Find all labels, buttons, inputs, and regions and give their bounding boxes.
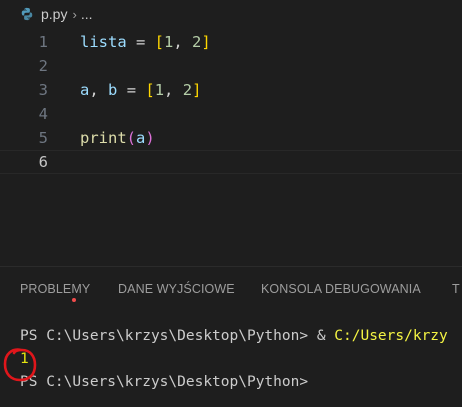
code-line[interactable]: 1 lista = [1, 2] (0, 30, 462, 54)
tab-problems[interactable]: PROBLEMY (20, 282, 90, 296)
terminal-command-path: C:/Users/krzy (334, 328, 448, 344)
code-line[interactable]: 4 (0, 102, 462, 126)
code-line[interactable]: 5 print(a) (0, 126, 462, 150)
line-number: 6 (38, 153, 48, 171)
panel-divider[interactable] (0, 266, 462, 267)
python-file-icon (21, 7, 33, 21)
terminal-command-operator: & (316, 328, 335, 344)
code-line[interactable]: 3 a, b = [1, 2] (0, 78, 462, 102)
line-number: 4 (38, 105, 48, 123)
terminal-prompt-line: PS C:\Users\krzys\Desktop\Python> (20, 374, 309, 390)
tab-debug-console[interactable]: KONSOLA DEBUGOWANIA (261, 282, 421, 296)
line-number: 1 (38, 33, 48, 51)
breadcrumb: p.py › ... (0, 0, 462, 28)
tab-terminal[interactable]: T (452, 282, 460, 296)
code-text: lista = [1, 2] (80, 33, 211, 51)
panel-tab-bar: PROBLEMY DANE WYJŚCIOWE KONSOLA DEBUGOWA… (0, 272, 462, 308)
code-line-current[interactable]: 6 (0, 150, 462, 174)
line-number: 5 (38, 129, 48, 147)
problems-badge-dot (72, 298, 76, 302)
terminal[interactable]: PS C:\Users\krzys\Desktop\Python> & C:/U… (0, 320, 462, 407)
code-text: print(a) (80, 129, 155, 147)
breadcrumb-symbols[interactable]: ... (81, 6, 93, 22)
breadcrumb-file[interactable]: p.py (41, 6, 67, 22)
terminal-prompt: PS C:\Users\krzys\Desktop\Python> (20, 328, 317, 344)
line-number: 2 (38, 57, 48, 75)
code-line[interactable]: 2 (0, 54, 462, 78)
annotation-circle (3, 348, 37, 382)
terminal-line: PS C:\Users\krzys\Desktop\Python> & C:/U… (20, 328, 448, 344)
line-number: 3 (38, 81, 48, 99)
code-text: a, b = [1, 2] (80, 81, 202, 99)
tab-output[interactable]: DANE WYJŚCIOWE (118, 282, 235, 296)
code-editor[interactable]: 1 lista = [1, 2] 2 3 a, b = [1, 2] 4 5 p… (0, 30, 462, 266)
chevron-right-icon: › (72, 6, 77, 22)
vscode-window: p.py › ... 1 lista = [1, 2] 2 3 a, b = [… (0, 0, 462, 407)
